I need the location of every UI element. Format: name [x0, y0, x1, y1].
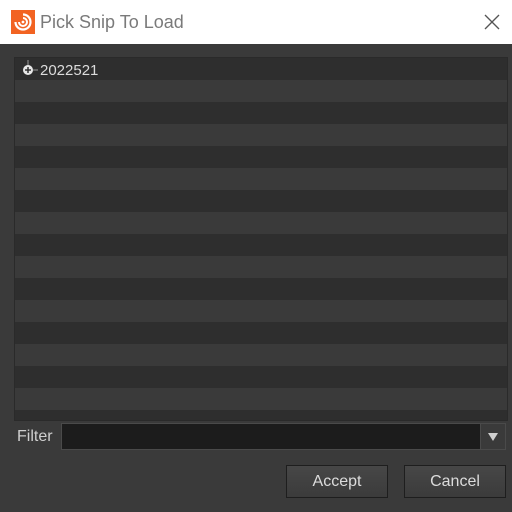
tree-item-label: 2022521 [40, 61, 99, 79]
tree-row [15, 168, 507, 190]
filter-combobox[interactable] [61, 423, 506, 450]
tree-row [15, 300, 507, 322]
tree-row [15, 278, 507, 300]
tree-row [15, 190, 507, 212]
houdini-logo-icon [11, 10, 35, 34]
tree-row [15, 146, 507, 168]
accept-button[interactable]: Accept [286, 465, 388, 498]
window-title: Pick Snip To Load [40, 12, 184, 32]
tree-row [15, 344, 507, 366]
cancel-button[interactable]: Cancel [404, 465, 506, 498]
tree-row [15, 102, 507, 124]
filter-dropdown-button[interactable] [480, 424, 505, 449]
tree-row [15, 212, 507, 234]
tree-row [15, 124, 507, 146]
chevron-down-icon [488, 432, 498, 441]
plus-expander-icon[interactable] [18, 60, 38, 80]
close-icon[interactable] [478, 8, 506, 36]
tree-item[interactable]: 2022521 [15, 59, 98, 81]
tree-stripes [15, 58, 507, 420]
snip-tree-view[interactable]: 2022521 [14, 57, 508, 421]
tree-row [15, 410, 507, 420]
title-bar: Pick Snip To Load [0, 0, 512, 44]
tree-row [15, 366, 507, 388]
tree-row [15, 256, 507, 278]
tree-row [15, 322, 507, 344]
filter-label: Filter [17, 428, 53, 445]
filter-input[interactable] [62, 424, 482, 449]
tree-row [15, 234, 507, 256]
pick-snip-dialog: Pick Snip To Load 2022521 Filter Accept … [0, 0, 512, 512]
tree-row [15, 80, 507, 102]
tree-row [15, 388, 507, 410]
